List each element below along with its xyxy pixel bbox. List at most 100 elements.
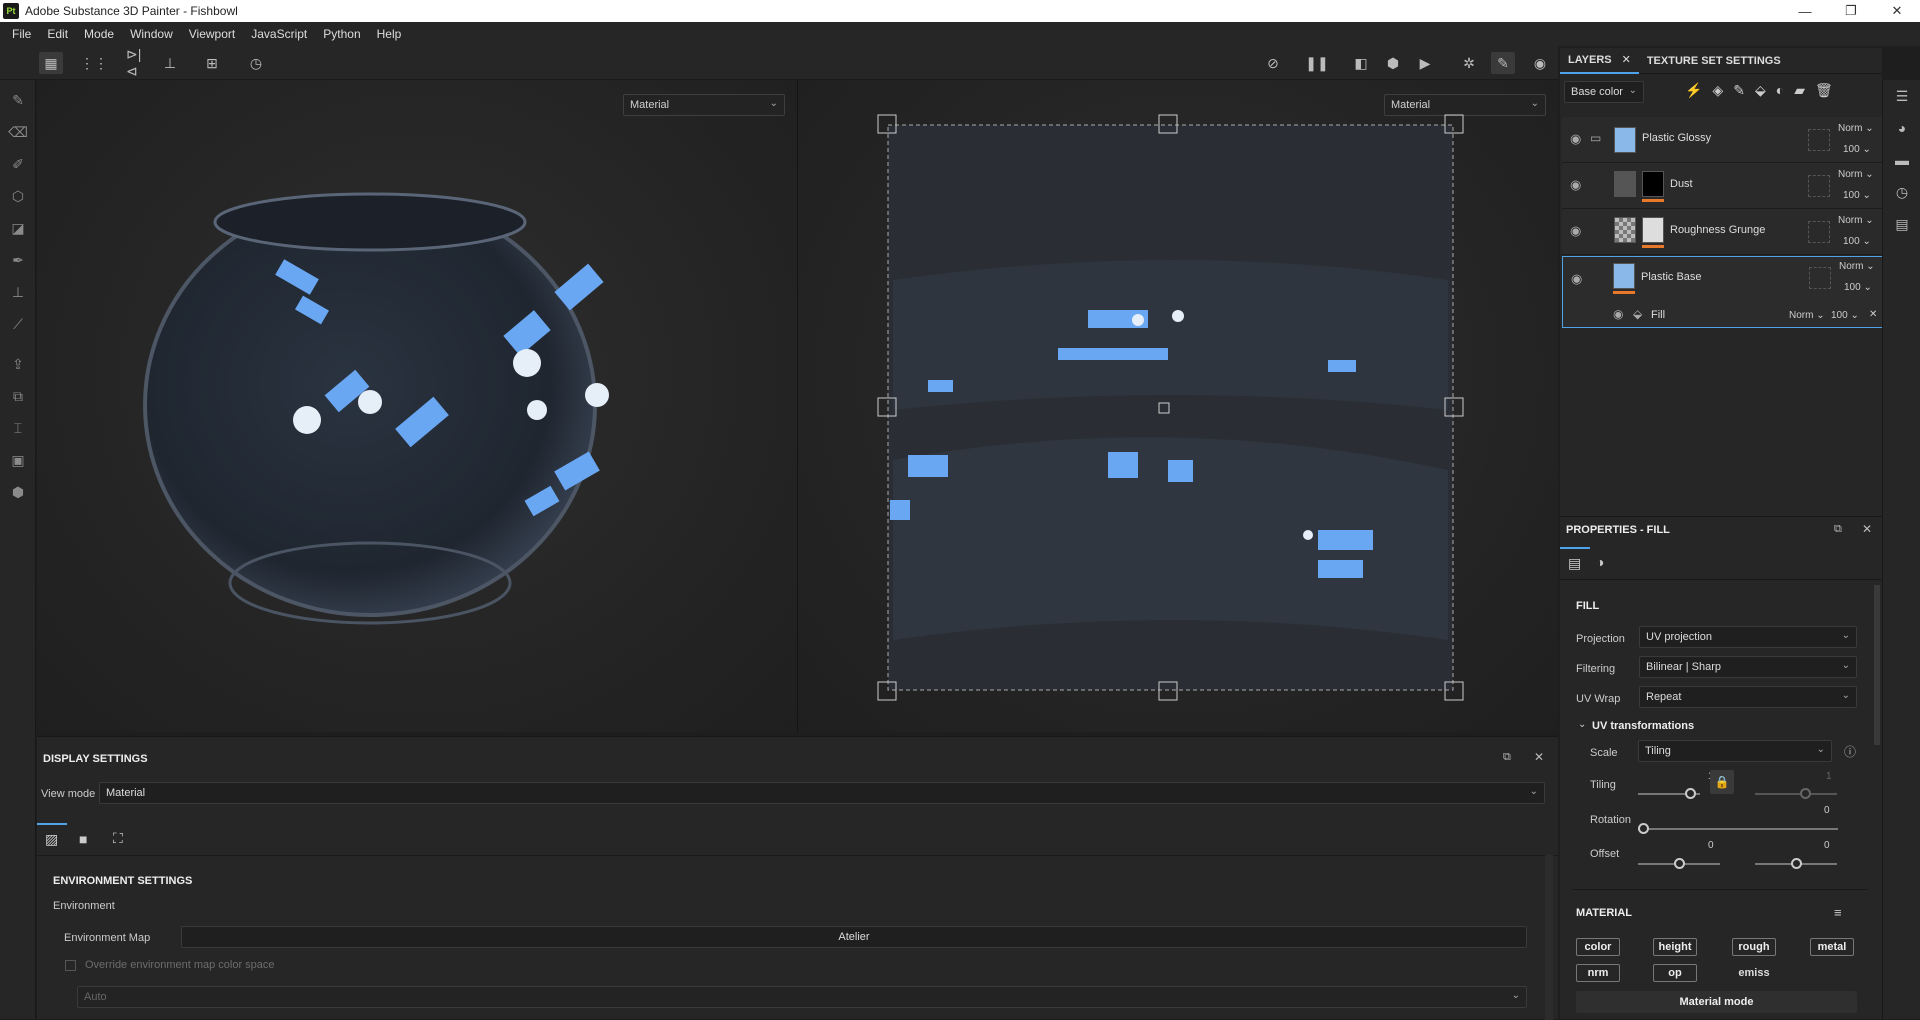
- blend-mode[interactable]: Norm ⌄: [1839, 261, 1875, 272]
- align-icon[interactable]: ⊥: [158, 52, 182, 74]
- layer-row[interactable]: ◉ Roughness Grunge Norm ⌄ 100 ⌄: [1562, 209, 1888, 255]
- minimize-icon[interactable]: —: [1782, 0, 1828, 22]
- polygon-fill-icon[interactable]: ◪: [6, 216, 30, 240]
- environment-map-field[interactable]: Atelier: [181, 926, 1527, 948]
- info-icon[interactable]: ⓘ: [1844, 743, 1856, 760]
- layer-row[interactable]: ◉ Dust Norm ⌄ 100 ⌄: [1562, 163, 1888, 209]
- layer-opacity[interactable]: 100 ⌄: [1843, 190, 1871, 201]
- channel-chip-nrm[interactable]: nrm: [1576, 964, 1620, 982]
- close-icon[interactable]: ✕: [1874, 0, 1920, 22]
- menu-javascript[interactable]: JavaScript: [243, 27, 315, 41]
- snapshot-icon[interactable]: ▣: [6, 448, 30, 472]
- pause-icon[interactable]: ❚❚: [1305, 52, 1329, 74]
- layer-mask-slot[interactable]: [1808, 129, 1830, 151]
- delete-layer-icon[interactable]: 🗑: [1815, 82, 1833, 99]
- layer-stack-icon[interactable]: ⌶: [6, 416, 30, 440]
- environment-tab-icon[interactable]: ▨: [45, 831, 58, 848]
- smudge-icon[interactable]: ✒: [6, 248, 30, 272]
- layer-opacity[interactable]: 100 ⌄: [1843, 144, 1871, 155]
- eraser-icon[interactable]: ⌫: [6, 120, 30, 144]
- tiling-v-slider[interactable]: [1755, 793, 1837, 795]
- add-smart-material-icon[interactable]: ◐: [1776, 82, 1784, 99]
- shelf-icon[interactable]: ◕: [1890, 116, 1914, 140]
- menu-python[interactable]: Python: [315, 27, 368, 41]
- screenshot-icon[interactable]: ◉: [1528, 52, 1552, 74]
- layer-row[interactable]: ◉ ▭ Plastic Glossy Norm ⌄ 100 ⌄: [1562, 117, 1888, 163]
- channel-chip-emiss[interactable]: emiss: [1732, 964, 1776, 982]
- collapse-chevron-icon[interactable]: ⌄: [1578, 719, 1586, 730]
- clone-icon[interactable]: ⊥: [6, 280, 30, 304]
- log-icon[interactable]: ▤: [1890, 212, 1914, 236]
- material-tab-icon[interactable]: ◑: [1596, 554, 1604, 570]
- camera-icon[interactable]: ▶: [1413, 52, 1437, 74]
- scrollbar[interactable]: [1874, 585, 1880, 745]
- grid-options-icon[interactable]: ⋮⋮: [80, 52, 108, 74]
- effect-opacity[interactable]: 100 ⌄: [1831, 310, 1859, 321]
- history-icon[interactable]: ◷: [244, 52, 268, 74]
- viewport-2d[interactable]: Material⌄ V U: [798, 80, 1558, 732]
- menu-help[interactable]: Help: [369, 27, 410, 41]
- export-icon[interactable]: ⇪: [6, 352, 30, 376]
- menu-file[interactable]: File: [4, 27, 39, 41]
- visibility-eye-icon[interactable]: ◉: [1571, 271, 1582, 287]
- geometry-fill-icon[interactable]: ⬡: [6, 184, 30, 208]
- view-mode-select[interactable]: Material ⌄: [99, 782, 1545, 804]
- remove-effect-icon[interactable]: ✕: [1869, 309, 1877, 320]
- add-paint-layer-icon[interactable]: ✎: [1733, 82, 1745, 99]
- channel-chip-height[interactable]: height: [1653, 938, 1697, 956]
- lock-icon[interactable]: 🔒: [1710, 770, 1734, 794]
- hide-icon[interactable]: ⊘: [1261, 52, 1285, 74]
- paint-mode-icon[interactable]: ✎: [1491, 52, 1515, 74]
- history-panel-icon[interactable]: ◷: [1890, 180, 1914, 204]
- add-folder-icon[interactable]: ▰: [1794, 82, 1805, 99]
- panel-close-icon[interactable]: ✕: [1862, 522, 1872, 536]
- color-space-select[interactable]: Auto ⌄: [77, 986, 1527, 1008]
- blend-mode[interactable]: Norm ⌄: [1838, 169, 1874, 180]
- offset-u-value[interactable]: 0: [1708, 840, 1714, 851]
- tab-layers[interactable]: LAYERS ✕: [1560, 48, 1639, 74]
- effect-eye-icon[interactable]: ◉: [1613, 307, 1623, 321]
- offset-v-knob[interactable]: [1791, 858, 1802, 869]
- layer-opacity[interactable]: 100 ⌄: [1843, 236, 1871, 247]
- layer-opacity[interactable]: 100 ⌄: [1844, 282, 1872, 293]
- scale-select[interactable]: Tiling ⌄: [1638, 740, 1832, 762]
- visibility-eye-icon[interactable]: ◉: [1570, 177, 1581, 193]
- uv-transformations-title[interactable]: UV transformations: [1592, 720, 1694, 732]
- tiling-v-knob[interactable]: [1800, 788, 1811, 799]
- viewer-tab-icon[interactable]: ⛶: [113, 830, 123, 847]
- effect-blend-mode[interactable]: Norm ⌄: [1789, 310, 1825, 321]
- bake-mesh-icon[interactable]: ⧉: [6, 384, 30, 408]
- visibility-eye-icon[interactable]: ◉: [1570, 223, 1581, 239]
- fill-settings-tab-icon[interactable]: ▤: [1568, 555, 1581, 572]
- blend-mode[interactable]: Norm ⌄: [1838, 215, 1874, 226]
- scrollbar[interactable]: [1545, 855, 1553, 1020]
- viewport-3d[interactable]: Material⌄ Y X: [37, 80, 797, 732]
- add-effect-icon[interactable]: ⚡: [1685, 82, 1702, 99]
- split-view-icon[interactable]: ◧: [1349, 52, 1373, 74]
- menu-edit[interactable]: Edit: [39, 27, 76, 41]
- override-color-space-checkbox[interactable]: [65, 960, 76, 971]
- grid-snap-icon[interactable]: ▦: [39, 52, 63, 74]
- channel-select[interactable]: Base color ⌄: [1564, 81, 1644, 103]
- bake-icon[interactable]: ✲: [1457, 52, 1481, 74]
- paint-brush-icon[interactable]: ✎: [6, 88, 30, 112]
- filtering-select[interactable]: Bilinear | Sharp ⌄: [1639, 656, 1857, 678]
- restore-icon[interactable]: ❐: [1828, 0, 1874, 22]
- visibility-eye-icon[interactable]: ◉: [1570, 131, 1581, 147]
- layer-mask-slot[interactable]: [1808, 221, 1830, 243]
- panel-close-icon[interactable]: ✕: [1534, 750, 1544, 764]
- material-menu-icon[interactable]: ≡: [1834, 905, 1842, 920]
- menu-mode[interactable]: Mode: [76, 27, 122, 41]
- add-icon[interactable]: ⊞: [200, 52, 224, 74]
- offset-u-knob[interactable]: [1674, 858, 1685, 869]
- uv-wrap-select[interactable]: Repeat ⌄: [1639, 686, 1857, 708]
- blend-mode[interactable]: Norm ⌄: [1838, 123, 1874, 134]
- symmetry-icon[interactable]: ⊳|⊲: [126, 46, 150, 79]
- tab-texture-set-settings[interactable]: TEXTURE SET SETTINGS: [1639, 48, 1789, 74]
- rotation-knob[interactable]: [1638, 823, 1649, 834]
- menu-window[interactable]: Window: [122, 27, 181, 41]
- channel-chip-metal[interactable]: metal: [1810, 938, 1854, 956]
- channel-chip-op[interactable]: op: [1653, 964, 1697, 982]
- add-fill-layer-icon[interactable]: ⬙: [1755, 82, 1766, 99]
- camera-tab-icon[interactable]: ■: [79, 831, 87, 847]
